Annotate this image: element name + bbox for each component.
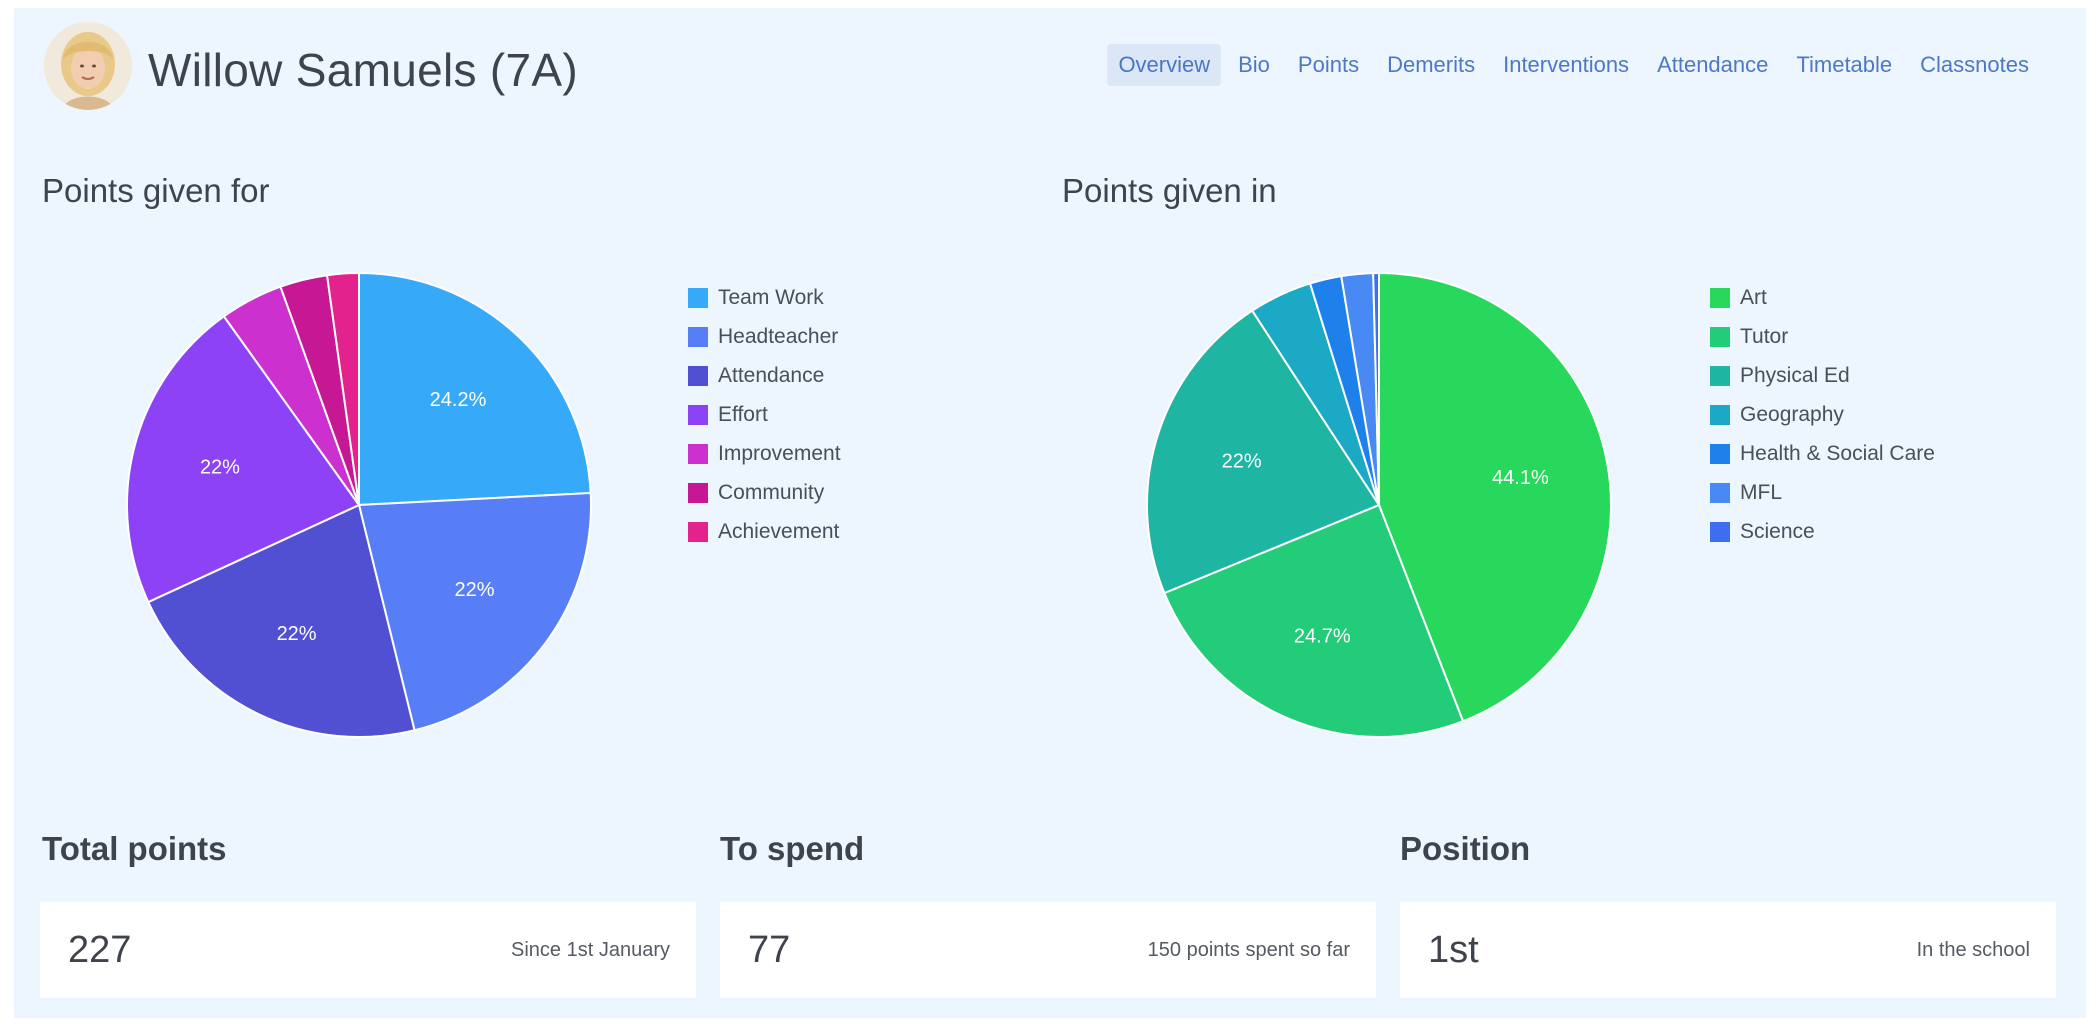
legend-item-tutor[interactable]: Tutor [1710,317,1935,356]
legend-item-physical-ed[interactable]: Physical Ed [1710,356,1935,395]
legend-swatch [1710,365,1730,386]
avatar-image [44,22,132,110]
pie-value-label-tutor: 24.7% [1294,625,1351,647]
legend-swatch [1710,521,1730,542]
legend-swatch [688,482,708,503]
total-points-note: Since 1st January [511,938,670,961]
legend-item-effort[interactable]: Effort [688,395,841,434]
points-given-in-pie-chart: 44.1% 24.7% 22% [1146,271,1612,738]
legend-swatch [1710,443,1730,464]
points-given-for-legend: Team Work Headteacher Attendance Effort Impr… [688,278,841,551]
pie-value-label-attendance: 22% [277,623,317,645]
tab-timetable[interactable]: Timetable [1785,44,1903,86]
legend-item-geography[interactable]: Geography [1710,395,1935,434]
pie-value-label-headteacher: 22% [454,579,494,601]
page-title: Willow Samuels (7A) [148,44,579,96]
legend-label: Health & Social Care [1740,441,1935,465]
position-value: 1st [1428,928,1479,971]
legend-item-science[interactable]: Science [1710,512,1935,551]
tab-classnotes[interactable]: Classnotes [1909,44,2040,86]
legend-item-mfl[interactable]: MFL [1710,473,1935,512]
legend-item-improvement[interactable]: Improvement [688,434,841,473]
points-given-for-title: Points given for [42,172,270,209]
legend-swatch [1710,326,1730,347]
legend-label: Physical Ed [1740,363,1850,387]
legend-label: Geography [1740,402,1844,426]
student-avatar [44,22,132,110]
legend-item-art[interactable]: Art [1710,278,1935,317]
legend-label: Attendance [718,363,825,387]
legend-item-attendance[interactable]: Attendance [688,356,841,395]
student-nav: Overview Bio Points Demerits Interventio… [1107,44,2040,86]
pie-value-label-physical-ed: 22% [1222,451,1262,473]
pie-value-label-team-work: 24.2% [430,389,487,411]
legend-label: Achievement [718,519,840,543]
legend-swatch [1710,404,1730,425]
legend-label: Headteacher [718,324,839,348]
legend-item-health-and-social-care[interactable]: Health & Social Care [1710,434,1935,473]
to-spend-title: To spend [720,830,865,867]
pie-value-label-art: 44.1% [1492,467,1549,489]
legend-label: Science [1740,519,1815,543]
legend-label: Tutor [1740,324,1789,348]
position-card: 1st In the school [1400,902,2056,998]
total-points-value: 227 [68,928,132,971]
legend-label: Team Work [718,285,824,309]
tab-attendance[interactable]: Attendance [1646,44,1779,86]
total-points-card: 227 Since 1st January [40,902,696,998]
tab-bio[interactable]: Bio [1227,44,1281,86]
points-given-in-legend: Art Tutor Physical Ed Geography Health & Soc… [1710,278,1935,551]
legend-item-achievement[interactable]: Achievement [688,512,841,551]
legend-label: Improvement [718,441,841,465]
to-spend-note: 150 points spent so far [1147,938,1350,961]
tab-interventions[interactable]: Interventions [1492,44,1640,86]
legend-item-community[interactable]: Community [688,473,841,512]
student-overview-page: Willow Samuels (7A) Overview Bio Points … [14,8,2086,1018]
legend-swatch [688,404,708,425]
position-note: In the school [1916,938,2030,961]
legend-swatch [688,287,708,308]
legend-swatch [688,326,708,347]
to-spend-card: 77 150 points spent so far [720,902,1376,998]
legend-item-team-work[interactable]: Team Work [688,278,841,317]
legend-item-headteacher[interactable]: Headteacher [688,317,841,356]
tab-overview[interactable]: Overview [1107,44,1222,86]
legend-swatch [688,521,708,542]
points-given-in-title: Points given in [1062,172,1277,209]
to-spend-value: 77 [748,928,791,971]
legend-label: Community [718,480,825,504]
position-title: Position [1400,830,1531,867]
legend-swatch [688,365,708,386]
pie-value-label-effort: 22% [200,456,240,478]
legend-swatch [1710,482,1730,503]
legend-label: Effort [718,402,768,426]
legend-label: Art [1740,285,1767,309]
tab-points[interactable]: Points [1287,44,1370,86]
points-given-for-pie-chart: 24.2% 22% 22% 22% [126,271,592,738]
total-points-title: Total points [42,830,227,867]
legend-label: MFL [1740,480,1782,504]
tab-demerits[interactable]: Demerits [1376,44,1486,86]
legend-swatch [1710,287,1730,308]
legend-swatch [688,443,708,464]
